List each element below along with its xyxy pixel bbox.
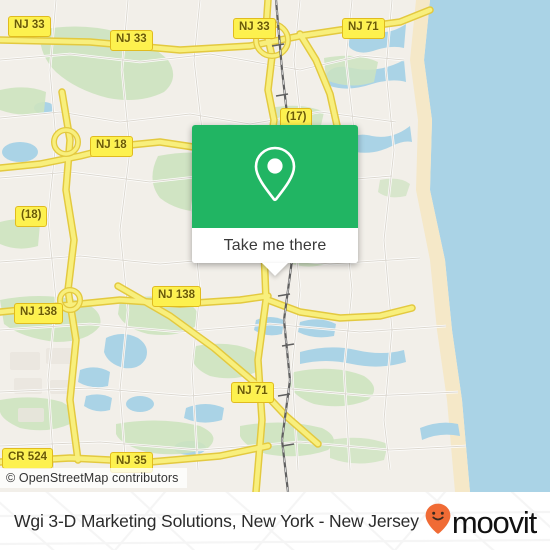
road-shield: NJ 33 bbox=[233, 18, 276, 39]
road-shield: NJ 18 bbox=[90, 136, 133, 157]
moovit-wordmark: moovit bbox=[451, 504, 537, 540]
road-shield: NJ 33 bbox=[110, 30, 153, 51]
footer-content: Wgi 3-D Marketing Solutions, New York - … bbox=[0, 492, 550, 550]
location-popup-card[interactable]: Take me there bbox=[192, 125, 358, 276]
moovit-logo[interactable]: moovit bbox=[425, 503, 537, 540]
road-shield: NJ 71 bbox=[231, 382, 274, 403]
footer-bar: Wgi 3-D Marketing Solutions, New York - … bbox=[0, 492, 550, 550]
moovit-smiley-pin-icon bbox=[425, 503, 451, 539]
road-shield: (18) bbox=[15, 206, 48, 227]
road-shield: NJ 33 bbox=[8, 16, 51, 37]
road-shield: NJ 138 bbox=[152, 286, 202, 307]
popup-header bbox=[192, 125, 358, 228]
road-shield: CR 524 bbox=[2, 448, 53, 469]
road-shield: NJ 138 bbox=[14, 303, 64, 324]
popup-action[interactable]: Take me there bbox=[192, 228, 358, 276]
screenshot-root: NJ 33 NJ 33 NJ 33 NJ 71 (17) NJ 18 (18) NJ 138 N… bbox=[0, 0, 550, 550]
map-pin-icon bbox=[252, 145, 298, 208]
take-me-there-label: Take me there bbox=[223, 236, 327, 254]
popup-tail bbox=[262, 263, 288, 276]
place-title: Wgi 3-D Marketing Solutions, New York - … bbox=[14, 510, 419, 531]
road-shield: NJ 71 bbox=[342, 18, 385, 39]
osm-attribution[interactable]: © OpenStreetMap contributors bbox=[0, 468, 187, 488]
